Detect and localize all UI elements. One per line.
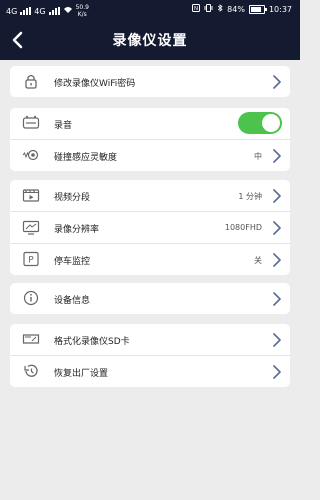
device-info-label: 设备信息 [54, 296, 91, 306]
lock-icon [22, 73, 40, 89]
chevron-right-icon [272, 74, 282, 89]
bluetooth-icon [217, 4, 223, 14]
maintenance-card: 格式化录像仪SD卡 恢复出厂设置 [10, 324, 290, 387]
resolution-label: 录像分辨率 [54, 225, 100, 235]
monitor-icon [22, 219, 40, 235]
signal-label-b: 4G [34, 6, 46, 16]
page-title: 录像仪设置 [112, 33, 188, 49]
collision-label: 碰撞感应灵敏度 [54, 153, 118, 163]
chevron-right-icon [272, 220, 282, 235]
segment-value: 1 分钟 [238, 192, 262, 201]
chevron-right-icon [272, 364, 282, 379]
resolution-value: 1080FHD [224, 223, 262, 232]
signal-label-a: 4G [6, 6, 18, 16]
audio-row: 录音 [10, 108, 290, 139]
signal-icon-2 [48, 7, 60, 15]
microphone-icon [22, 115, 40, 131]
svg-text:P: P [28, 256, 34, 266]
vibration-sensor-icon [22, 147, 40, 163]
nfc-icon: N [192, 4, 201, 14]
parking-value: 关 [254, 256, 262, 265]
video-card: 视频分段 1 分钟 录像分辨率 1080FHD P 停车监控 关 [10, 180, 290, 275]
wifi-password-label: 修改录像仪WiFi密码 [54, 79, 136, 89]
toggle-knob [262, 114, 280, 132]
segment-row[interactable]: 视频分段 1 分钟 [10, 180, 290, 211]
factory-reset-row[interactable]: 恢复出厂设置 [10, 355, 290, 387]
vibrate-icon [204, 4, 213, 14]
svg-text:N: N [194, 6, 198, 12]
collision-value: 中 [254, 152, 262, 161]
chevron-right-icon [272, 332, 282, 347]
device-info-row[interactable]: 设备信息 [10, 283, 290, 314]
parking-icon: P [22, 251, 40, 267]
wifi-status-icon [63, 6, 73, 16]
wifi-password-row[interactable]: 修改录像仪WiFi密码 [10, 66, 290, 97]
chevron-right-icon [272, 291, 282, 306]
title-bar: 录像仪设置 [0, 20, 300, 60]
net-speed-value: 50.9 [75, 4, 89, 11]
net-speed: 50.9 K/s [76, 4, 89, 18]
wifi-card: 修改录像仪WiFi密码 [10, 66, 290, 97]
signal-icon [20, 7, 32, 15]
factory-reset-label: 恢复出厂设置 [54, 369, 109, 379]
format-sd-label: 格式化录像仪SD卡 [54, 337, 130, 347]
audio-card: 录音 碰撞感应灵敏度 中 [10, 108, 290, 171]
status-time: 10:37 [268, 4, 292, 14]
chevron-right-icon [272, 148, 282, 163]
battery-percent: 84% [227, 4, 245, 14]
history-reset-icon [22, 363, 40, 379]
net-speed-unit: K/s [77, 11, 87, 18]
format-sd-row[interactable]: 格式化录像仪SD卡 [10, 324, 290, 355]
audio-label: 录音 [54, 121, 73, 131]
parking-row[interactable]: P 停车监控 关 [10, 243, 290, 275]
info-icon [22, 290, 40, 306]
audio-toggle[interactable] [238, 112, 282, 134]
resolution-row[interactable]: 录像分辨率 1080FHD [10, 211, 290, 243]
battery-icon [248, 4, 267, 14]
chevron-right-icon [272, 252, 282, 267]
sd-card-icon [22, 331, 40, 347]
video-clip-icon [22, 187, 40, 203]
segment-label: 视频分段 [54, 193, 91, 203]
parking-label: 停车监控 [54, 257, 91, 267]
status-bar: 4G 4G 50.9 K/s N 84% 10:37 [0, 0, 300, 20]
chevron-right-icon [272, 188, 282, 203]
battery-fill [250, 6, 262, 12]
collision-row[interactable]: 碰撞感应灵敏度 中 [10, 139, 290, 171]
device-info-card: 设备信息 [10, 283, 290, 314]
